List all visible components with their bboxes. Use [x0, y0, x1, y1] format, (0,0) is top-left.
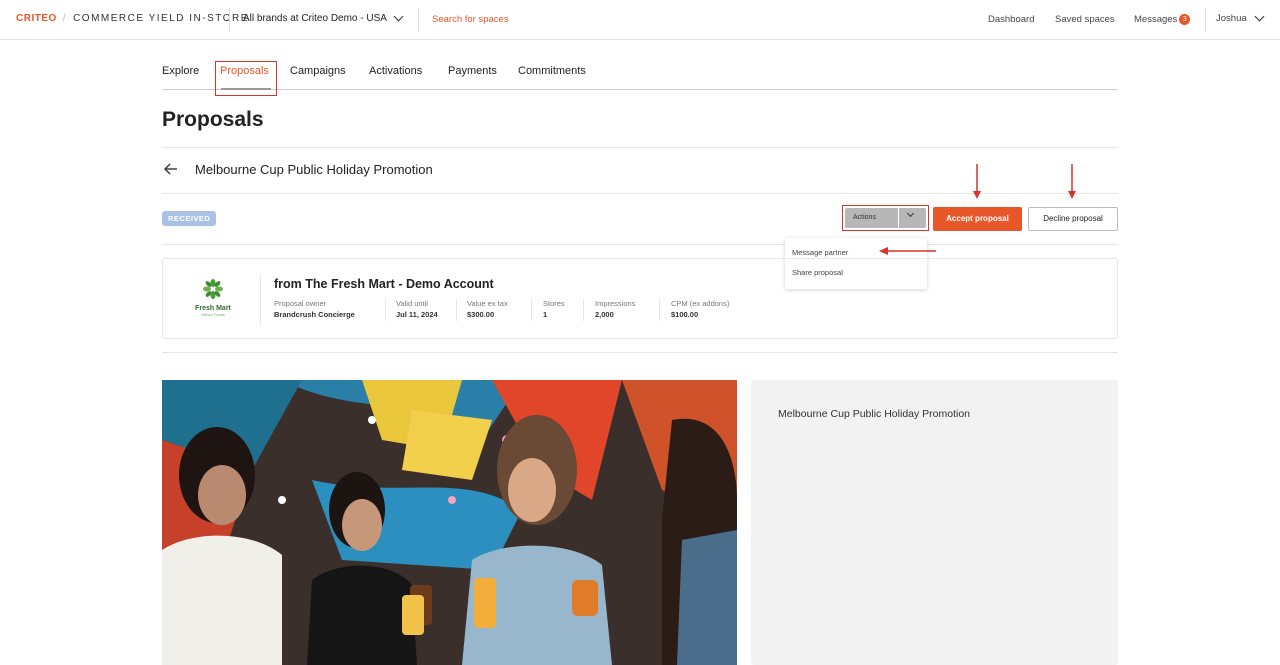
meta-value: 1: [543, 310, 548, 319]
nav-messages[interactable]: Messages 3: [1134, 14, 1191, 25]
divider: [229, 8, 230, 32]
brand-selector-label: All brands at Criteo Demo - USA: [243, 13, 387, 24]
divider: [531, 299, 532, 321]
logo[interactable]: CRITEO / COMMERCE YIELD IN-STORE: [16, 13, 249, 24]
search-spaces-link[interactable]: Search for spaces: [432, 14, 509, 25]
meta-label: CPM (ex addons): [671, 299, 730, 308]
logo-separator: /: [62, 13, 68, 24]
meta-label: Value ex tax: [467, 299, 508, 308]
chevron-down-icon: [1254, 11, 1265, 22]
divider: [418, 8, 419, 32]
meta-value-ex-tax: Value ex tax $300.00: [467, 299, 508, 319]
nav-dashboard[interactable]: Dashboard: [988, 14, 1034, 25]
page-title: Proposals: [162, 108, 264, 131]
user-name: Joshua: [1216, 13, 1247, 24]
accept-proposal-button[interactable]: Accept proposal: [933, 207, 1022, 231]
chevron-down-icon: [393, 11, 404, 22]
divider: [260, 275, 261, 325]
meta-label: Valid until: [396, 299, 428, 308]
divider: [162, 244, 1118, 245]
menu-item-message-partner[interactable]: Message partner: [792, 248, 848, 257]
nav-saved-spaces[interactable]: Saved spaces: [1055, 14, 1115, 25]
brand-name: CRITEO: [16, 13, 57, 24]
proposal-photo: [162, 380, 737, 665]
proposal-details-panel: Melbourne Cup Public Holiday Promotion: [751, 380, 1118, 665]
meta-label: Stores: [543, 299, 565, 308]
meta-stores: Stores 1: [543, 299, 565, 319]
tab-explore[interactable]: Explore: [162, 65, 199, 77]
annotation-highlight-box: [842, 205, 929, 231]
status-badge: RECEIVED: [162, 211, 217, 226]
top-bar: CRITEO / COMMERCE YIELD IN-STORE All bra…: [0, 0, 1280, 40]
decline-proposal-button[interactable]: Decline proposal: [1028, 207, 1118, 231]
divider: [385, 299, 386, 321]
meta-label: Proposal owner: [274, 299, 327, 308]
user-menu[interactable]: Joshua: [1216, 11, 1265, 24]
nav-messages-label: Messages: [1134, 14, 1178, 25]
meta-cpm: CPM (ex addons) $100.00: [671, 299, 729, 319]
tab-bar: Explore Proposals Campaigns Activations …: [162, 62, 1118, 90]
meta-valid-until: Valid until Jul 11, 2024: [396, 299, 438, 319]
meta-value: Brandcrush Concierge: [274, 310, 355, 319]
annotation-arrow-icon: [973, 164, 981, 199]
partner-logo-subtitle: Whole Foods: [201, 312, 225, 317]
brand-selector[interactable]: All brands at Criteo Demo - USA: [243, 11, 404, 24]
divider: [659, 299, 660, 321]
tab-campaigns[interactable]: Campaigns: [290, 65, 346, 77]
partner-title: from The Fresh Mart - Demo Account: [274, 277, 494, 291]
divider: [162, 147, 1118, 148]
partner-logo: Fresh Mart Whole Foods: [193, 279, 233, 319]
arrow-left-icon[interactable]: [164, 162, 178, 176]
tab-payments[interactable]: Payments: [448, 65, 497, 77]
tab-activations[interactable]: Activations: [369, 65, 422, 77]
leaf-icon: [203, 279, 223, 299]
meta-label: Impressions: [595, 299, 636, 308]
divider: [162, 352, 1118, 353]
meta-value: 2,000: [595, 310, 614, 319]
tab-commitments[interactable]: Commitments: [518, 65, 586, 77]
product-name: COMMERCE YIELD IN-STORE: [73, 13, 249, 24]
meta-value: $100.00: [671, 310, 699, 319]
annotation-highlight-box: [215, 61, 277, 96]
proposal-name: Melbourne Cup Public Holiday Promotion: [195, 162, 433, 177]
meta-proposal-owner: Proposal owner Brandcrush Concierge: [274, 299, 355, 319]
meta-value: Jul 11, 2024: [396, 310, 438, 319]
partner-info-card: Fresh Mart Whole Foods from The Fresh Ma…: [162, 258, 1118, 339]
meta-value: $300.00: [467, 310, 495, 319]
divider: [1205, 8, 1206, 32]
divider: [583, 299, 584, 321]
proposal-image: [162, 380, 737, 665]
meta-impressions: Impressions 2,000: [595, 299, 635, 319]
panel-title: Melbourne Cup Public Holiday Promotion: [778, 408, 971, 420]
messages-count-badge: 3: [1179, 14, 1191, 25]
annotation-arrow-icon: [1068, 164, 1076, 199]
divider: [456, 299, 457, 321]
annotation-arrow-icon: [879, 247, 936, 255]
partner-logo-name: Fresh Mart: [195, 305, 231, 312]
